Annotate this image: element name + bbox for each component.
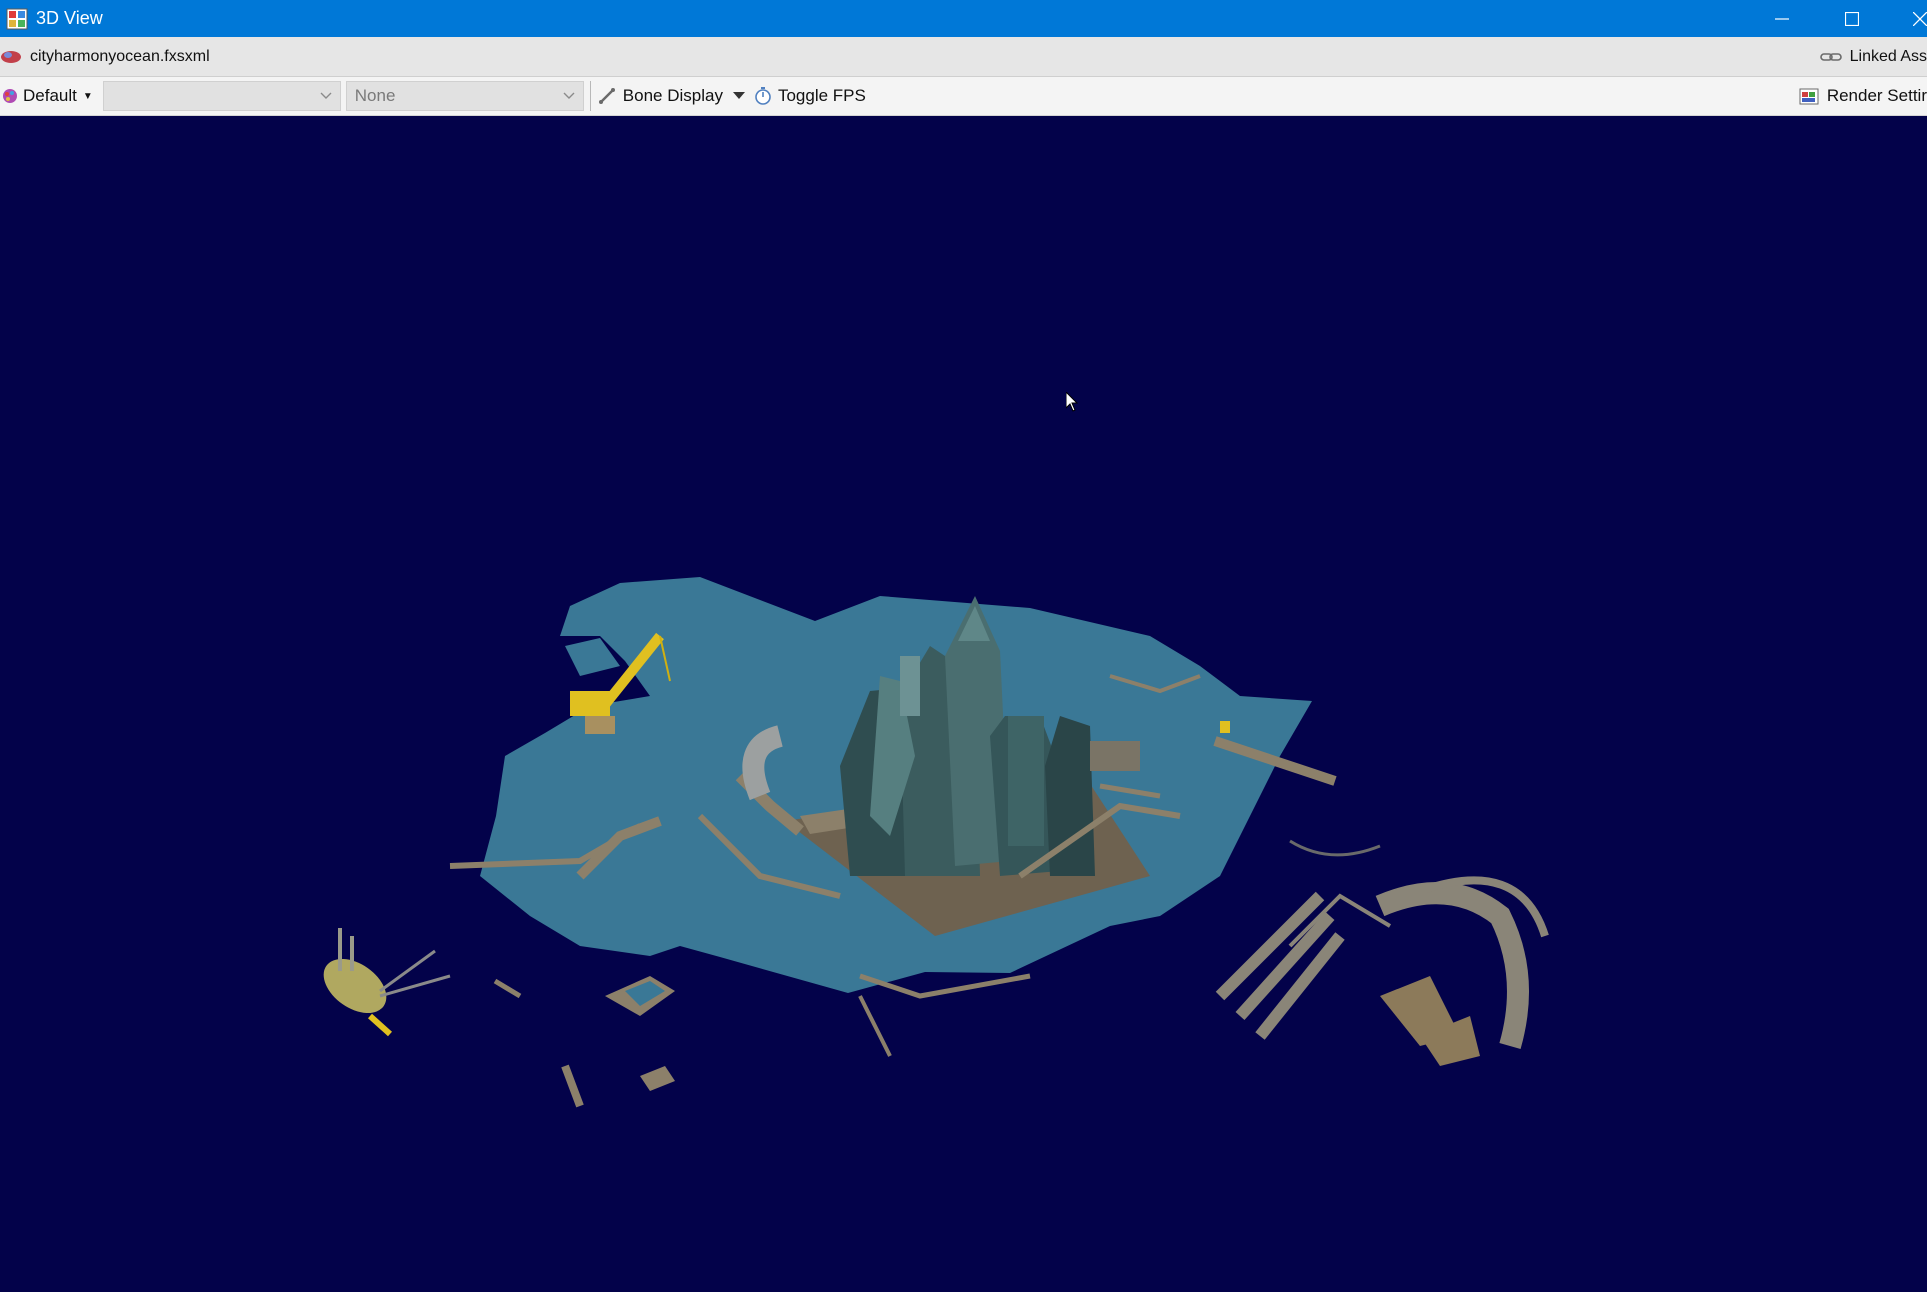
chevron-down-icon: ▼	[82, 90, 93, 102]
chevron-down-icon	[563, 92, 575, 99]
file-bar: cityharmonyocean.fxsxml Linked Ass	[0, 37, 1927, 77]
animation-combo-value: None	[354, 86, 396, 105]
maximize-icon	[1845, 11, 1859, 26]
link-icon	[1819, 52, 1842, 61]
toggle-fps-label: Toggle FPS	[777, 86, 866, 105]
linked-assets-button[interactable]: Linked Ass	[1819, 37, 1927, 76]
render-settings-icon	[1799, 88, 1819, 105]
model-file-icon	[1, 50, 21, 63]
3d-viewport[interactable]	[0, 116, 1927, 1287]
maximize-button[interactable]	[1817, 0, 1887, 37]
box-structure	[1090, 741, 1140, 771]
chevron-down-icon	[320, 92, 332, 99]
toolbar: Default ▼ None Bone Display Toggle FPS R…	[0, 77, 1927, 116]
minimize-button[interactable]	[1747, 0, 1817, 37]
close-icon	[1913, 11, 1927, 26]
dock-arcs	[1215, 876, 1549, 1066]
model-combo[interactable]	[102, 81, 341, 111]
palette-icon	[3, 89, 17, 103]
file-name: cityharmonyocean.fxsxml	[30, 47, 210, 65]
bone-display-dropdown[interactable]	[732, 77, 745, 115]
toggle-fps-button[interactable]: Toggle FPS	[753, 77, 866, 115]
submarine	[323, 928, 451, 1037]
toolbar-separator	[589, 81, 591, 111]
scene-render	[323, 577, 1549, 1108]
bone-icon	[598, 88, 615, 104]
bone-display-label: Bone Display	[622, 86, 723, 105]
close-button[interactable]	[1887, 0, 1927, 37]
window-titlebar[interactable]: 3D View	[0, 0, 1927, 37]
app-window-icon	[6, 8, 28, 29]
window-title: 3D View	[36, 8, 103, 28]
minimize-icon	[1775, 17, 1789, 20]
render-settings-label: Render Settir	[1826, 86, 1927, 105]
default-label: Default	[23, 86, 77, 105]
mouse-cursor-icon	[1066, 392, 1079, 412]
default-dropdown-button[interactable]: Default ▼	[0, 77, 93, 115]
stopwatch-icon	[755, 87, 771, 105]
debris	[493, 976, 675, 1108]
render-settings-button[interactable]: Render Settir	[1799, 77, 1927, 115]
bone-display-button[interactable]: Bone Display	[597, 77, 723, 115]
animation-combo[interactable]: None	[345, 81, 584, 111]
linked-assets-label: Linked Ass	[1849, 47, 1927, 65]
chevron-down-icon	[732, 92, 745, 99]
